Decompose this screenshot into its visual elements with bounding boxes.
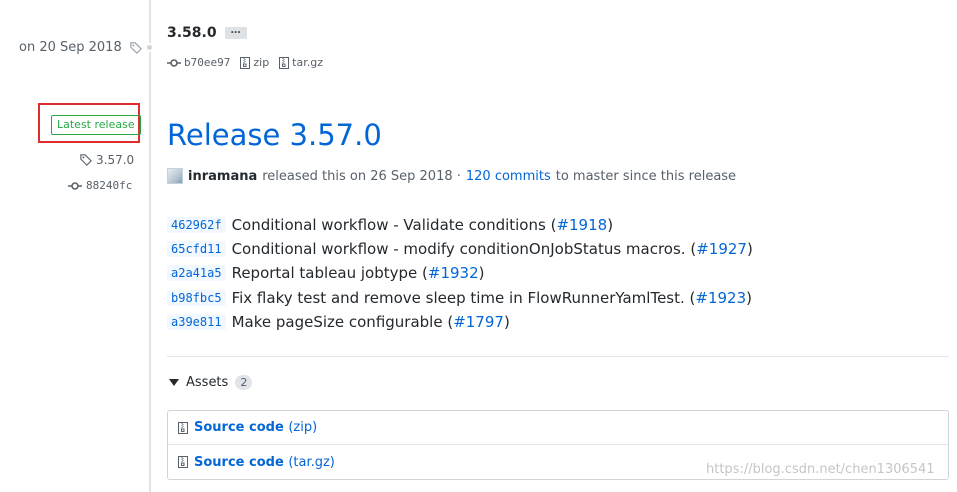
list-item: 65cfd11 Conditional workflow - modify co… [167, 237, 927, 261]
list-item: 462962f Conditional workflow - Validate … [167, 213, 927, 237]
commit-sha-link[interactable]: 462962f [167, 217, 226, 234]
release-title-link[interactable]: Release 3.57.0 [167, 118, 382, 152]
pr-link[interactable]: #1932 [428, 264, 479, 282]
sidebar-commit-sha: 88240fc [86, 179, 133, 192]
file-zip-icon [178, 456, 188, 468]
commit-message-tail: ) [478, 264, 485, 283]
timeline-line [149, 0, 151, 492]
commit-message-tail: ) [746, 240, 753, 259]
pr-link[interactable]: #1927 [696, 240, 747, 258]
previous-release-version-link[interactable]: 3.58.0 [167, 25, 217, 41]
asset-ext: (zip) [288, 420, 318, 435]
released-text: released this on 26 Sep 2018 · [262, 168, 461, 184]
pr-link[interactable]: #1923 [695, 289, 746, 307]
previous-release-date-text: on 20 Sep 2018 [19, 40, 122, 55]
commit-message: Fix flaky test and remove sleep time in … [231, 288, 696, 307]
sidebar-commit[interactable]: 88240fc [68, 179, 132, 192]
previous-release-title: 3.58.0 … [167, 25, 247, 41]
author-link[interactable]: inramana [188, 169, 257, 184]
caret-down-icon [169, 379, 179, 386]
latest-release-badge: Latest release [51, 115, 141, 135]
assets-label: Assets [186, 375, 229, 390]
commit-message: Make pageSize configurable ( [231, 312, 454, 331]
commits-count-link[interactable]: 120 commits [466, 169, 551, 184]
watermark: https://blog.csdn.net/chen1306541 [706, 462, 935, 477]
previous-commit-item[interactable]: b70ee97 [167, 56, 230, 69]
commit-sha-link[interactable]: 65cfd11 [167, 241, 226, 258]
previous-zip-label: zip [253, 56, 270, 69]
previous-release-date: on 20 Sep 2018 [19, 40, 142, 55]
pr-link[interactable]: #1918 [556, 216, 607, 234]
sidebar-tag[interactable]: 3.57.0 [80, 153, 134, 167]
list-item: b98fbc5 Fix flaky test and remove sleep … [167, 286, 927, 310]
expand-ellipsis-button[interactable]: … [224, 26, 247, 39]
asset-row[interactable]: Source code (zip) [168, 411, 948, 445]
tag-icon [130, 41, 142, 54]
file-zip-icon [240, 56, 251, 69]
previous-targz-label: tar.gz [292, 56, 323, 69]
avatar[interactable] [167, 168, 183, 184]
commit-sha-link[interactable]: a39e811 [167, 313, 226, 330]
timeline-dot [145, 43, 154, 52]
asset-link-zip[interactable]: Source code (zip) [194, 420, 317, 435]
commit-message-tail: ) [746, 288, 752, 307]
asset-ext: (tar.gz) [288, 454, 335, 470]
tag-icon [80, 154, 92, 166]
asset-name: Source code [194, 454, 284, 470]
previous-commit-sha: b70ee97 [184, 56, 231, 69]
commit-message-tail: ) [503, 312, 510, 331]
file-zip-icon [178, 421, 188, 434]
previous-release-meta: b70ee97 zip tar.gz [167, 56, 323, 69]
commit-sha-link[interactable]: b98fbc5 [167, 289, 226, 306]
commit-message: Reportal tableau jobtype ( [231, 264, 428, 283]
since-text: to master since this release [555, 168, 737, 184]
assets-count-badge: 2 [235, 375, 253, 390]
assets-toggle[interactable]: Assets 2 [169, 375, 253, 390]
list-item: a2a41a5 Reportal tableau jobtype (#1932) [167, 261, 927, 285]
section-divider [167, 356, 949, 357]
asset-link-targz[interactable]: Source code (tar.gz) [194, 455, 335, 470]
list-item: a39e811 Make pageSize configurable (#179… [167, 310, 927, 334]
commit-icon [167, 58, 181, 67]
commit-message-tail: ) [607, 216, 614, 235]
previous-zip-link[interactable]: zip [240, 56, 269, 69]
file-zip-icon [279, 56, 290, 69]
sidebar-tag-label: 3.57.0 [96, 153, 135, 167]
commit-message: Conditional workflow - Validate conditio… [231, 216, 557, 235]
commit-message: Conditional workflow - modify conditionO… [231, 240, 697, 259]
release-byline: inramana released this on 26 Sep 2018 · … [167, 168, 736, 184]
pr-link[interactable]: #1797 [453, 313, 504, 331]
asset-name: Source code [194, 420, 284, 435]
commit-icon [68, 181, 82, 190]
previous-targz-link[interactable]: tar.gz [279, 56, 323, 69]
commit-list: 462962f Conditional workflow - Validate … [167, 213, 927, 334]
commit-sha-link[interactable]: a2a41a5 [167, 265, 226, 282]
